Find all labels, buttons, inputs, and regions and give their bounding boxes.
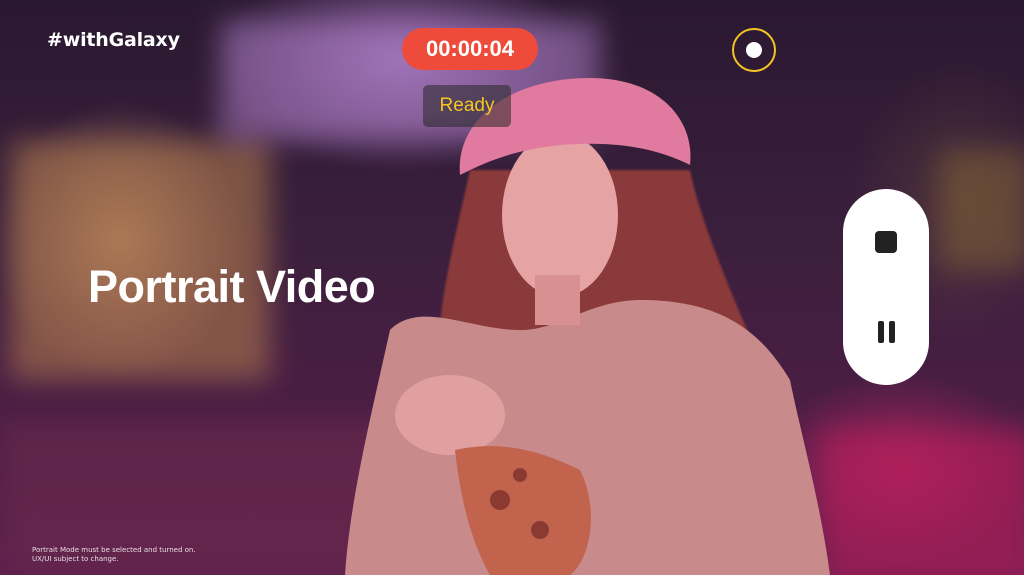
- record-dot-icon: [746, 42, 762, 58]
- hashtag-label: #withGalaxy: [47, 29, 180, 51]
- stop-icon: [875, 231, 897, 253]
- pause-button[interactable]: [873, 319, 899, 345]
- capture-button[interactable]: [732, 28, 776, 72]
- disclaimer-line-2: UX/UI subject to change.: [32, 555, 119, 563]
- recording-timer: 00:00:04: [402, 28, 538, 70]
- stop-button[interactable]: [873, 229, 899, 255]
- pause-icon: [877, 321, 884, 343]
- mode-title: Portrait Video: [88, 261, 376, 312]
- disclaimer: Portrait Mode must be selected and turne…: [32, 546, 196, 564]
- pause-icon-bar: [888, 321, 895, 343]
- disclaimer-line-1: Portrait Mode must be selected and turne…: [32, 546, 196, 554]
- status-badge: Ready: [423, 85, 511, 127]
- recording-controls-panel: [843, 189, 929, 385]
